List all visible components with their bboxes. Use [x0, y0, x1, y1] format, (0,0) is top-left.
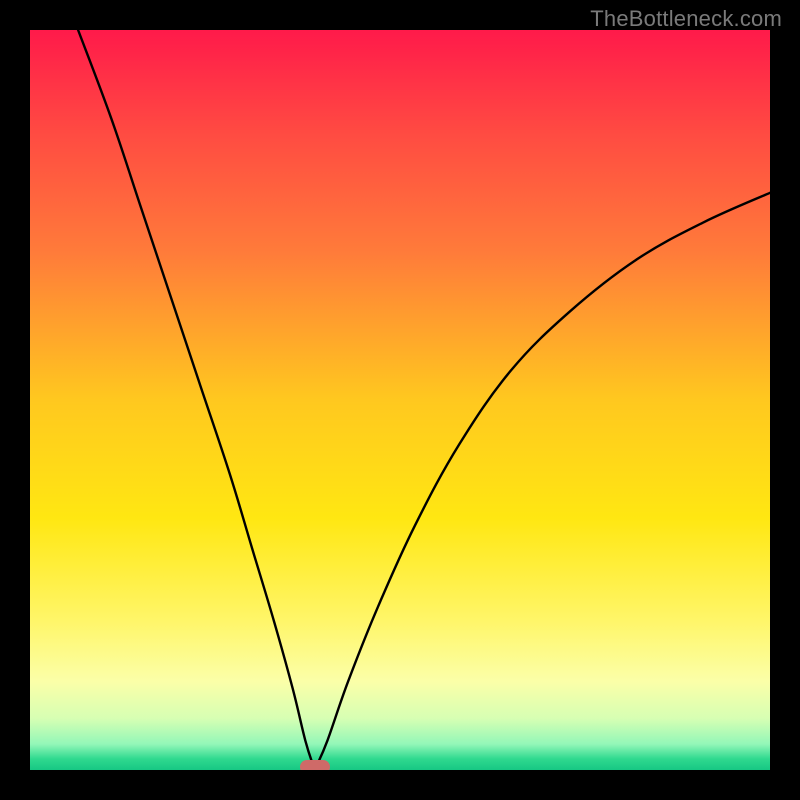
watermark-text: TheBottleneck.com	[590, 6, 782, 32]
curve-layer	[30, 30, 770, 770]
chart-frame: TheBottleneck.com	[0, 0, 800, 800]
curve-right-branch	[316, 193, 770, 767]
curve-left-branch	[78, 30, 313, 766]
bottleneck-marker	[300, 760, 330, 770]
plot-area	[30, 30, 770, 770]
